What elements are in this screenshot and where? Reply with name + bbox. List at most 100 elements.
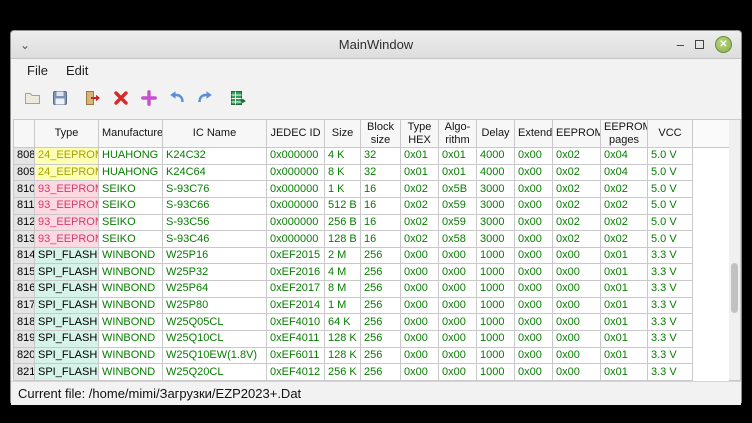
- data-cell[interactable]: HUAHONG: [99, 164, 163, 181]
- data-cell[interactable]: 256: [361, 364, 401, 381]
- data-cell[interactable]: 1000: [477, 364, 515, 381]
- data-cell[interactable]: 0x00: [401, 347, 439, 364]
- data-cell[interactable]: 0x02: [553, 197, 601, 214]
- type-cell[interactable]: 24_EEPROM: [35, 148, 99, 165]
- data-cell[interactable]: 0xEF4012: [267, 364, 325, 381]
- data-cell[interactable]: 0x00: [401, 264, 439, 281]
- data-cell[interactable]: 3000: [477, 214, 515, 231]
- row-number-cell[interactable]: 814: [14, 247, 35, 264]
- data-cell[interactable]: 0x00: [439, 347, 477, 364]
- row-number-cell[interactable]: 820: [14, 347, 35, 364]
- open-button[interactable]: [21, 86, 43, 110]
- data-cell[interactable]: SEIKO: [99, 231, 163, 248]
- type-cell[interactable]: 93_EEPROM: [35, 181, 99, 198]
- row-number-cell[interactable]: 811: [14, 197, 35, 214]
- data-cell[interactable]: 3000: [477, 197, 515, 214]
- data-cell[interactable]: 5.0 V: [648, 214, 693, 231]
- data-cell[interactable]: 256: [361, 247, 401, 264]
- data-cell[interactable]: 0x00: [553, 364, 601, 381]
- maximize-button[interactable]: [695, 40, 704, 49]
- table-row[interactable]: 815SPI_FLASHWINBONDW25P320xEF20164 M2560…: [14, 264, 730, 281]
- data-cell[interactable]: WINBOND: [99, 364, 163, 381]
- data-cell[interactable]: 0x01: [401, 164, 439, 181]
- data-cell[interactable]: 1000: [477, 247, 515, 264]
- data-cell[interactable]: 0xEF6011: [267, 347, 325, 364]
- data-cell[interactable]: 8 M: [325, 281, 361, 298]
- table-row[interactable]: 821SPI_FLASHWINBONDW25Q20CL0xEF4012256 K…: [14, 364, 730, 381]
- data-cell[interactable]: 64 K: [325, 314, 361, 331]
- data-cell[interactable]: 256: [361, 314, 401, 331]
- table-row[interactable]: 81193_EEPROMSEIKOS-93C660x000000512 B160…: [14, 197, 730, 214]
- table-row[interactable]: 819SPI_FLASHWINBONDW25Q10CL0xEF4011128 K…: [14, 331, 730, 348]
- data-cell[interactable]: 1000: [477, 314, 515, 331]
- data-cell[interactable]: 0x01: [601, 247, 648, 264]
- data-cell[interactable]: 5.0 V: [648, 231, 693, 248]
- data-cell[interactable]: 0x00: [515, 281, 553, 298]
- redo-button[interactable]: [194, 86, 216, 110]
- data-cell[interactable]: SEIKO: [99, 197, 163, 214]
- data-cell[interactable]: 0x00: [553, 297, 601, 314]
- data-cell[interactable]: 0x00: [439, 297, 477, 314]
- type-cell[interactable]: 93_EEPROM: [35, 214, 99, 231]
- row-number-cell[interactable]: 818: [14, 314, 35, 331]
- data-cell[interactable]: 4 M: [325, 264, 361, 281]
- data-cell[interactable]: 0x02: [601, 231, 648, 248]
- type-cell[interactable]: 24_EEPROM: [35, 164, 99, 181]
- data-cell[interactable]: 0x00: [553, 347, 601, 364]
- data-cell[interactable]: 16: [361, 197, 401, 214]
- data-cell[interactable]: 3.3 V: [648, 297, 693, 314]
- type-cell[interactable]: 93_EEPROM: [35, 197, 99, 214]
- table-row[interactable]: 817SPI_FLASHWINBONDW25P800xEF20141 M2560…: [14, 297, 730, 314]
- data-cell[interactable]: W25P32: [163, 264, 267, 281]
- data-cell[interactable]: 0x02: [401, 181, 439, 198]
- row-number-cell[interactable]: 819: [14, 331, 35, 348]
- data-cell[interactable]: 0x00: [553, 281, 601, 298]
- table-row[interactable]: 814SPI_FLASHWINBONDW25P160xEF20152 M2560…: [14, 247, 730, 264]
- table-row[interactable]: 80824_EEPROMHUAHONGK24C320x0000004 K320x…: [14, 148, 730, 165]
- menu-file[interactable]: File: [20, 61, 55, 80]
- data-cell[interactable]: W25Q10EW(1.8V): [163, 347, 267, 364]
- data-cell[interactable]: 512 B: [325, 197, 361, 214]
- type-cell[interactable]: SPI_FLASH: [35, 247, 99, 264]
- data-cell[interactable]: 32: [361, 164, 401, 181]
- data-cell[interactable]: 3.3 V: [648, 331, 693, 348]
- data-cell[interactable]: 0x00: [439, 331, 477, 348]
- data-cell[interactable]: K24C32: [163, 148, 267, 165]
- data-cell[interactable]: 0x02: [553, 231, 601, 248]
- data-cell[interactable]: S-93C46: [163, 231, 267, 248]
- data-cell[interactable]: WINBOND: [99, 247, 163, 264]
- data-cell[interactable]: 1 M: [325, 297, 361, 314]
- data-cell[interactable]: 0x00: [439, 264, 477, 281]
- data-cell[interactable]: 0x01: [601, 331, 648, 348]
- row-number-cell[interactable]: 812: [14, 214, 35, 231]
- data-cell[interactable]: 0x00: [515, 197, 553, 214]
- data-cell[interactable]: 5.0 V: [648, 164, 693, 181]
- data-cell[interactable]: 0x00: [515, 247, 553, 264]
- row-number-cell[interactable]: 808: [14, 148, 35, 165]
- table-row[interactable]: 81093_EEPROMSEIKOS-93C760x0000001 K160x0…: [14, 181, 730, 198]
- data-cell[interactable]: 16: [361, 214, 401, 231]
- type-cell[interactable]: SPI_FLASH: [35, 314, 99, 331]
- data-cell[interactable]: 0x00: [439, 314, 477, 331]
- row-number-cell[interactable]: 810: [14, 181, 35, 198]
- data-cell[interactable]: 0x00: [439, 364, 477, 381]
- data-cell[interactable]: 1000: [477, 264, 515, 281]
- table-vscrollbar[interactable]: [729, 119, 741, 381]
- data-cell[interactable]: 0x59: [439, 197, 477, 214]
- export-button[interactable]: [227, 86, 249, 110]
- data-cell[interactable]: 0x02: [553, 164, 601, 181]
- data-cell[interactable]: 0x02: [553, 214, 601, 231]
- data-cell[interactable]: 0xEF2014: [267, 297, 325, 314]
- data-cell[interactable]: S-93C56: [163, 214, 267, 231]
- data-cell[interactable]: 256: [361, 264, 401, 281]
- data-cell[interactable]: W25Q20CL: [163, 364, 267, 381]
- table-row[interactable]: 80924_EEPROMHUAHONGK24C640x0000008 K320x…: [14, 164, 730, 181]
- data-cell[interactable]: 3000: [477, 231, 515, 248]
- menu-edit[interactable]: Edit: [59, 61, 95, 80]
- row-number-cell[interactable]: 813: [14, 231, 35, 248]
- exit-button[interactable]: [82, 86, 104, 110]
- data-cell[interactable]: 16: [361, 231, 401, 248]
- data-cell[interactable]: 4000: [477, 148, 515, 165]
- data-cell[interactable]: 0x000000: [267, 148, 325, 165]
- data-cell[interactable]: 0x02: [401, 197, 439, 214]
